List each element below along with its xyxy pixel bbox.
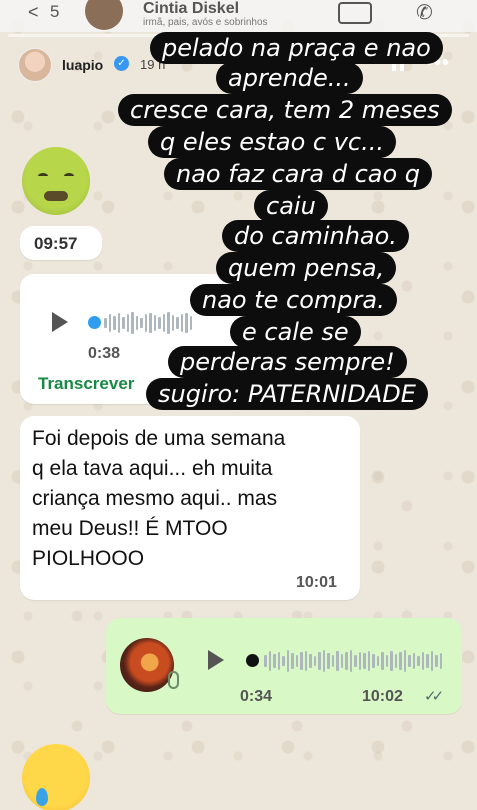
message-text: Foi depois de uma semana q ela tava aqui… bbox=[32, 424, 352, 574]
unread-count: 5 bbox=[50, 2, 60, 21]
overlay-text-line: pelado na praça e nao bbox=[150, 32, 443, 64]
overlay-text-line: q eles estao c vc... bbox=[148, 126, 397, 158]
crying-face-emoji bbox=[22, 744, 90, 810]
overlay-text-line: perderas sempre! bbox=[168, 346, 407, 378]
video-call-icon[interactable] bbox=[338, 2, 372, 24]
message-time: 10:01 bbox=[296, 574, 337, 591]
voice-duration: 0:34 bbox=[240, 688, 273, 705]
transcribe-button[interactable]: Transcrever bbox=[38, 374, 134, 394]
message-line: q ela tava aqui... eh muita bbox=[32, 457, 273, 480]
message-line: meu Deus!! É MTOO bbox=[32, 517, 228, 540]
overlay-text-line: nao faz cara d cao q bbox=[164, 158, 433, 190]
voice-waveform[interactable] bbox=[264, 650, 442, 672]
verified-badge-icon: ✓ bbox=[114, 56, 129, 71]
waveform-position-dot[interactable] bbox=[88, 316, 101, 329]
nauseated-face-emoji bbox=[22, 147, 90, 215]
message-time: 09:57 bbox=[34, 234, 78, 253]
overlay-text-line: cresce cara, tem 2 meses bbox=[118, 94, 452, 126]
overlay-text-line: sugiro: PATERNIDADE bbox=[146, 378, 428, 410]
overlay-text-line: caiu bbox=[254, 190, 328, 222]
sender-avatar bbox=[120, 638, 174, 692]
voice-waveform[interactable] bbox=[104, 312, 192, 334]
contact-name[interactable]: Cintia Diskel bbox=[143, 0, 239, 18]
overlay-text-line: e cale se bbox=[230, 316, 361, 348]
phone-call-icon[interactable]: ✆ bbox=[416, 0, 433, 25]
story-avatar[interactable] bbox=[18, 48, 52, 82]
waveform-position-dot[interactable] bbox=[246, 654, 259, 667]
message-line: criança mesmo aqui.. mas bbox=[32, 487, 278, 510]
whatsapp-header: < 5 Cintia Diskel irmã, pais, avós e sob… bbox=[0, 0, 477, 32]
overlay-text-line: do caminhao. bbox=[222, 220, 409, 252]
overlay-text-line: nao te compra. bbox=[190, 284, 397, 316]
microphone-icon bbox=[168, 671, 179, 689]
back-arrow-icon[interactable]: < bbox=[28, 2, 39, 23]
story-username[interactable]: luapio bbox=[62, 57, 103, 73]
play-icon[interactable] bbox=[208, 650, 224, 670]
message-line: Foi depois de uma semana bbox=[32, 427, 286, 450]
overlay-text-line: aprende... bbox=[216, 62, 363, 94]
overlay-text-line: quem pensa, bbox=[216, 252, 397, 284]
message-time: 10:02 bbox=[362, 688, 403, 705]
contact-avatar[interactable] bbox=[85, 0, 123, 30]
play-icon[interactable] bbox=[52, 312, 68, 332]
contact-subtitle: irmã, pais, avós e sobrinhos bbox=[143, 17, 268, 28]
double-check-icon: ✓✓ bbox=[424, 688, 444, 705]
message-line: PIOLHOOO bbox=[32, 547, 145, 570]
voice-duration: 0:38 bbox=[88, 345, 121, 362]
